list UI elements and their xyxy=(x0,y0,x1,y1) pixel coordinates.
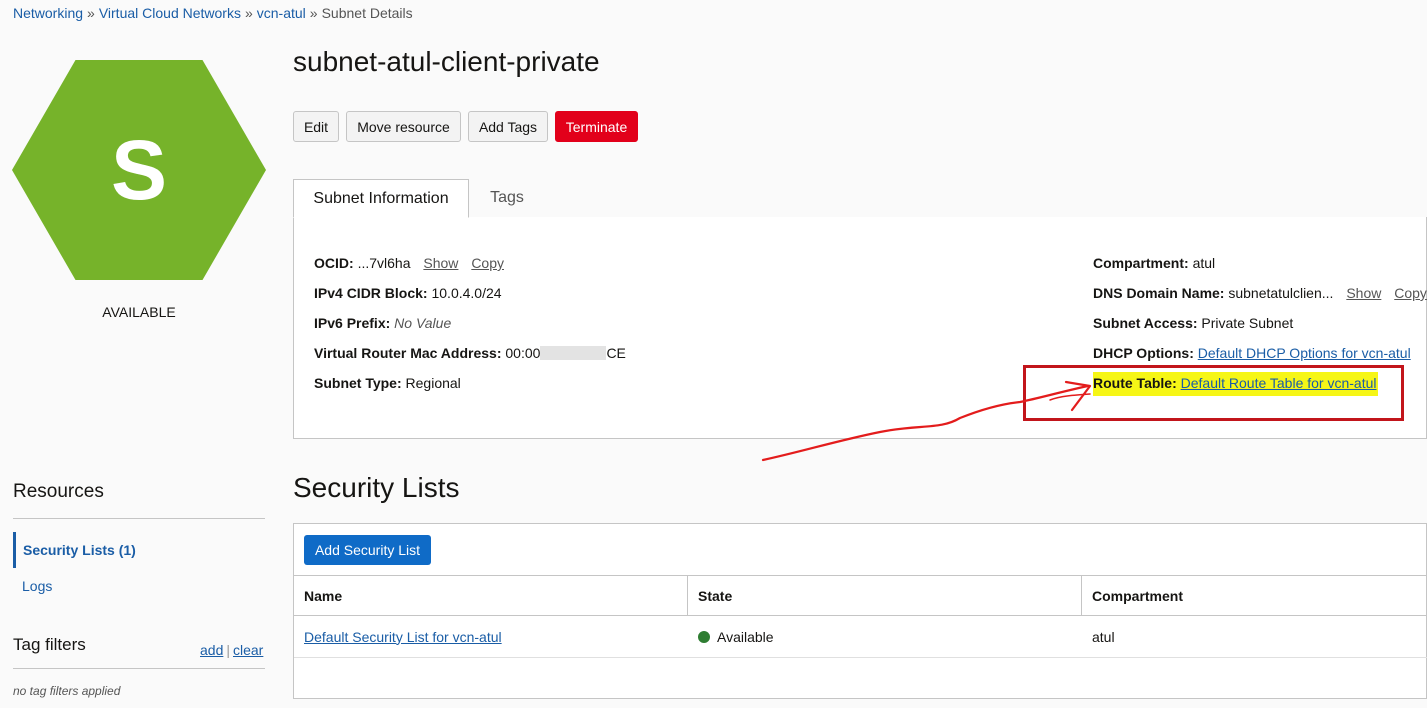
dhcp-label: DHCP Options: xyxy=(1093,345,1194,361)
no-tag-filters-text: no tag filters applied xyxy=(13,684,121,698)
add-security-list-button[interactable]: Add Security List xyxy=(304,535,431,565)
hexagon-letter: S xyxy=(110,122,168,217)
breadcrumb: Networking» Virtual Cloud Networks» vcn-at… xyxy=(13,5,413,21)
column-header-compartment[interactable]: Compartment xyxy=(1082,576,1427,615)
dns-show-link[interactable]: Show xyxy=(1346,285,1381,301)
security-list-link[interactable]: Default Security List for vcn-atul xyxy=(304,629,502,645)
subnet-type-label: Subnet Type: xyxy=(314,375,402,391)
breadcrumb-vcn[interactable]: vcn-atul xyxy=(257,5,306,21)
subnet-hexagon-icon: S xyxy=(12,60,266,280)
available-status-icon xyxy=(698,630,710,643)
security-list-name-cell: Default Security List for vcn-atul xyxy=(294,616,688,657)
page-title: subnet-atul-client-private xyxy=(293,46,600,77)
redacted-mac xyxy=(540,346,607,360)
ipv6-label: IPv6 Prefix: xyxy=(314,315,391,331)
terminate-button[interactable]: Terminate xyxy=(555,111,638,142)
breadcrumb-current: Subnet Details xyxy=(321,5,413,21)
sidebar-item-security-lists[interactable]: Security Lists (1) xyxy=(23,542,136,558)
table-row: Default Security List for vcn-atul Avail… xyxy=(294,616,1427,658)
dns-label: DNS Domain Name: xyxy=(1093,285,1225,301)
tag-filters-divider xyxy=(13,668,265,669)
vr-mac-label: Virtual Router Mac Address: xyxy=(314,345,502,361)
annotation-box xyxy=(1023,365,1404,421)
route-table-row: Route Table: Default Route Table for vcn… xyxy=(1093,375,1377,391)
column-header-name[interactable]: Name xyxy=(294,576,688,615)
ipv4-label: IPv4 CIDR Block: xyxy=(314,285,428,301)
breadcrumb-separator: » xyxy=(87,5,95,21)
move-resource-button[interactable]: Move resource xyxy=(346,111,461,142)
ocid-copy-link[interactable]: Copy xyxy=(471,255,504,271)
breadcrumb-vcns[interactable]: Virtual Cloud Networks xyxy=(99,5,241,21)
ipv6-value: No Value xyxy=(394,315,452,331)
resources-title: Resources xyxy=(13,481,104,502)
ocid-value: ...7vl6ha xyxy=(357,255,411,271)
active-indicator xyxy=(13,532,16,568)
security-lists-title: Security Lists xyxy=(293,472,460,503)
dns-value: subnetatulclien... xyxy=(1228,285,1334,301)
dhcp-options-link[interactable]: Default DHCP Options for vcn-atul xyxy=(1198,345,1411,361)
subnet-type-row: Subnet Type: Regional xyxy=(314,375,461,391)
route-table-label: Route Table: xyxy=(1093,375,1177,391)
breadcrumb-separator: » xyxy=(309,5,318,21)
breadcrumb-networking[interactable]: Networking xyxy=(13,5,83,21)
security-list-state-cell: Available xyxy=(688,616,1082,657)
ocid-label: OCID: xyxy=(314,255,354,271)
dhcp-row: DHCP Options: Default DHCP Options for v… xyxy=(1093,345,1411,361)
access-value: Private Subnet xyxy=(1201,315,1294,331)
breadcrumb-separator: » xyxy=(244,5,253,21)
column-header-state[interactable]: State xyxy=(688,576,1082,615)
ocid-row: OCID: ...7vl6ha Show Copy xyxy=(314,255,504,271)
ipv6-row: IPv6 Prefix: No Value xyxy=(314,315,451,331)
compartment-label: Compartment: xyxy=(1093,255,1189,271)
ipv4-value: 10.0.4.0/24 xyxy=(431,285,502,301)
sidebar-item-logs[interactable]: Logs xyxy=(22,578,52,594)
tag-filters-title: Tag filters xyxy=(13,635,86,654)
security-list-compartment-cell: atul xyxy=(1092,628,1115,645)
resources-divider xyxy=(13,518,265,519)
vr-mac-row: Virtual Router Mac Address: 00:00 CE xyxy=(314,345,626,361)
ocid-show-link[interactable]: Show xyxy=(423,255,458,271)
resource-status: AVAILABLE xyxy=(102,304,176,320)
ipv4-row: IPv4 CIDR Block: 10.0.4.0/24 xyxy=(314,285,502,301)
tab-tags[interactable]: Tags xyxy=(470,179,544,217)
tag-filter-links: add | clear xyxy=(200,642,263,658)
dns-row: DNS Domain Name: subnetatulclien... Show… xyxy=(1093,285,1427,301)
dns-copy-link[interactable]: Copy xyxy=(1394,285,1427,301)
add-tags-button[interactable]: Add Tags xyxy=(468,111,548,142)
compartment-row: Compartment: atul xyxy=(1093,255,1215,271)
access-label: Subnet Access: xyxy=(1093,315,1198,331)
table-header: Name State Compartment xyxy=(294,575,1427,616)
vr-mac-prefix: 00:00 xyxy=(505,345,541,361)
security-list-state: Available xyxy=(717,628,774,645)
compartment-value: atul xyxy=(1192,255,1216,271)
link-divider: | xyxy=(226,642,230,658)
tag-filter-add-link[interactable]: add xyxy=(200,642,223,658)
route-table-link[interactable]: Default Route Table for vcn-atul xyxy=(1181,375,1377,391)
vr-mac-suffix: CE xyxy=(606,345,626,361)
edit-button[interactable]: Edit xyxy=(293,111,339,142)
tab-subnet-information[interactable]: Subnet Information xyxy=(293,179,469,218)
subnet-type-value: Regional xyxy=(405,375,461,391)
tag-filter-clear-link[interactable]: clear xyxy=(233,642,263,658)
access-row: Subnet Access: Private Subnet xyxy=(1093,315,1293,331)
